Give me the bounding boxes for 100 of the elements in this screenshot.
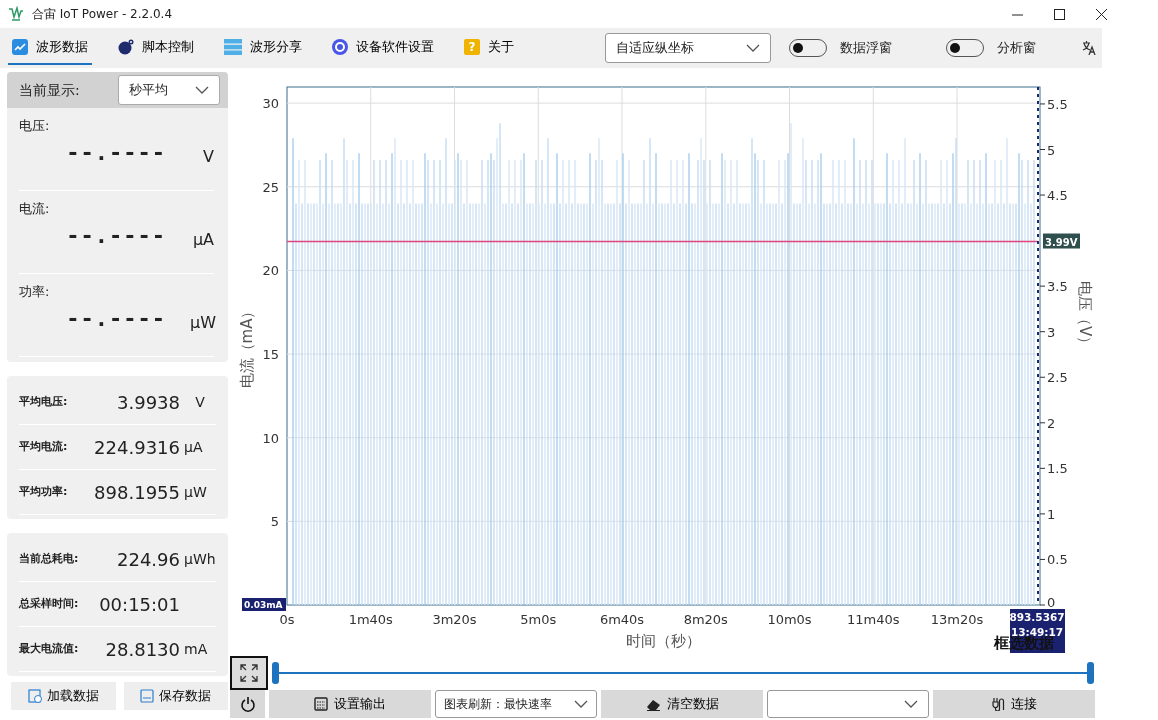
axis-tick-label: 11m40s <box>847 612 900 627</box>
stat-value: 898.1955 <box>93 480 180 505</box>
toggle-label: 分析窗 <box>997 39 1036 58</box>
axis-tick-mark <box>1039 467 1046 469</box>
slider-handle[interactable] <box>1087 661 1094 684</box>
axis-tick-label: 1.5 <box>1047 461 1068 477</box>
stat-unit: V <box>194 392 206 412</box>
axis-tick-label: 30 <box>262 96 279 112</box>
cursor-value: 893.5367 <box>1009 611 1065 623</box>
axis-tick-label: 3.5 <box>1047 279 1068 295</box>
axis-tick-mark <box>1039 422 1046 424</box>
axis-tick-label: 5.5 <box>1047 96 1068 112</box>
reading-label: 功率: <box>19 283 51 301</box>
translate-icon[interactable] <box>1082 41 1096 55</box>
axis-tick-label: 0.5 <box>1047 552 1068 568</box>
tab[interactable]: 波形数据 <box>8 31 92 65</box>
port-select[interactable] <box>767 690 929 718</box>
axis-tick-mark <box>1039 513 1046 515</box>
fullscreen-button[interactable] <box>230 655 268 690</box>
axis-tick-label: 5 <box>1047 142 1056 158</box>
close-icon <box>1095 8 1107 20</box>
axis-tick-label: 2.5 <box>1047 370 1068 386</box>
output-settings-button[interactable]: 设置输出 <box>269 690 431 718</box>
axis-tick-label: 5m0s <box>520 612 557 627</box>
stat-value: 28.8130 <box>104 637 180 662</box>
stat-label: 最大电流值: <box>19 640 80 657</box>
x-axis-title: 时间（秒） <box>626 632 701 650</box>
y-scale-select[interactable]: 自适应纵坐标 <box>605 33 771 63</box>
reading-unit: μA <box>191 228 214 251</box>
tab[interactable]: ? 关于 <box>460 31 518 65</box>
stat-label: 总采样时间: <box>19 595 80 612</box>
gear-icon <box>332 39 348 55</box>
voltage-readout: 3.99V <box>1043 233 1080 249</box>
cursor-readout-background <box>1010 609 1065 653</box>
stat-label: 平均电压: <box>19 393 69 410</box>
axis-tick-label: 0 <box>1047 595 1056 610</box>
axis-tick-label: 1 <box>1047 506 1056 522</box>
axis-tick-label: 0s <box>279 612 295 627</box>
axis-tick-label: 8m20s <box>683 612 728 627</box>
reading-value: --.---- <box>66 138 166 167</box>
reading-label: 电流: <box>19 200 51 218</box>
display-mode-label: 当前显示: <box>19 80 80 100</box>
reading-value: --.---- <box>66 221 166 250</box>
y-axis-title: 电流（mA） <box>238 303 256 389</box>
app-logo-icon <box>8 6 24 22</box>
axis-tick-mark <box>1039 558 1046 560</box>
stat-unit: μA <box>183 437 204 457</box>
tab[interactable]: 脚本控制 <box>114 31 198 65</box>
axis-tick-mark <box>1039 194 1046 196</box>
axis-tick-mark <box>1039 149 1046 150</box>
stat-label: 平均功率: <box>19 483 69 500</box>
caret-icon <box>746 44 760 52</box>
display-mode-select[interactable]: 秒平均 <box>118 75 220 105</box>
connect-button[interactable]: 连接 <box>933 690 1095 718</box>
toggle-label: 数据浮窗 <box>840 39 892 58</box>
stat-label: 平均电流: <box>19 438 69 455</box>
file-button[interactable]: 保存数据 <box>123 682 228 710</box>
slider-handle[interactable] <box>272 661 279 684</box>
axis-tick-label: 25 <box>262 179 279 195</box>
axis-tick-mark <box>1039 331 1046 333</box>
caret-icon <box>574 700 588 708</box>
panel-icon <box>314 697 328 711</box>
axis-tick-label: 13m20s <box>930 612 984 627</box>
server-icon <box>224 39 242 55</box>
axis-tick-label: 3m20s <box>432 612 477 627</box>
stat-value: 00:15:01 <box>98 592 180 617</box>
min-current-readout: 0.03mA <box>242 598 286 611</box>
caret-icon <box>195 86 209 94</box>
refresh-rate-select[interactable]: 图表刷新：最快速率 <box>435 690 597 718</box>
reading-label: 电压: <box>19 117 51 135</box>
tab[interactable]: 波形分享 <box>220 31 306 65</box>
axis-tick-label: 6m40s <box>599 612 645 627</box>
stat-value: 224.96 <box>116 547 180 572</box>
clear-data-button[interactable]: 清空数据 <box>601 690 763 718</box>
load-file-icon <box>27 689 42 703</box>
axis-tick-mark <box>1039 103 1046 105</box>
power-button[interactable] <box>230 690 265 718</box>
axis-tick-mark <box>1039 376 1046 378</box>
file-button[interactable]: 加载数据 <box>11 682 116 710</box>
stat-value: 224.9316 <box>93 435 180 460</box>
stat-unit: mA <box>183 639 209 659</box>
reading-unit: V <box>202 145 214 168</box>
line-chart-icon <box>12 39 28 55</box>
tab[interactable]: 设备软件设置 <box>328 31 438 65</box>
axis-tick-label: 10 <box>262 430 279 446</box>
axis-tick-label: 20 <box>262 263 279 279</box>
caret-icon <box>904 700 918 708</box>
axis-tick-label: 4.5 <box>1047 188 1068 204</box>
axis-tick-mark <box>1039 604 1046 606</box>
axis-tick-label: 2 <box>1047 415 1056 431</box>
eraser-icon <box>645 697 661 711</box>
stat-unit: μW <box>183 482 208 502</box>
axis-tick-label: 15 <box>262 347 279 363</box>
maximize-icon <box>1053 8 1065 20</box>
y-axis-title: 电压（V） <box>1076 280 1094 352</box>
stat-unit: μWh <box>183 549 216 569</box>
axis-tick-label: 3 <box>1047 324 1056 340</box>
fullscreen-icon <box>240 663 258 682</box>
help-icon: ? <box>464 39 480 55</box>
save-icon <box>140 689 155 703</box>
